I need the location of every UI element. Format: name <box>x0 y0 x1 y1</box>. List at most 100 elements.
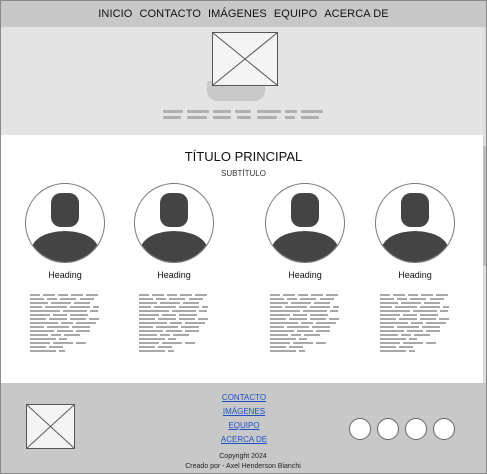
text-line-placeholder <box>179 306 199 308</box>
text-line-placeholder <box>409 338 417 340</box>
text-line-placeholder <box>139 326 153 328</box>
text-line-placeholder <box>380 298 394 300</box>
text-line-placeholder <box>179 314 197 316</box>
text-line-placeholder <box>401 302 421 304</box>
text-line-placeholder <box>270 306 282 308</box>
text-line-placeholder <box>314 302 330 304</box>
text-line-placeholder <box>30 318 46 320</box>
text-line-placeholder <box>421 294 433 296</box>
text-line-placeholder <box>270 334 288 336</box>
text-line-placeholder <box>49 346 63 348</box>
text-line-placeholder <box>30 302 48 304</box>
text-line-placeholder <box>287 326 309 328</box>
text-line-placeholder <box>303 310 327 312</box>
text-line-placeholder <box>380 294 390 296</box>
text-line-placeholder <box>380 346 396 348</box>
text-line-placeholder <box>139 330 163 332</box>
text-line-placeholder <box>30 342 50 344</box>
text-line-placeholder <box>51 302 71 304</box>
text-line-placeholder <box>300 298 316 300</box>
text-line-placeholder <box>30 298 44 300</box>
text-line-placeholder <box>158 346 172 348</box>
nav-link-imagenes[interactable]: IMÁGENES <box>208 8 267 20</box>
text-line-placeholder <box>30 346 46 348</box>
text-line-placeholder <box>397 298 407 300</box>
text-line-placeholder <box>30 294 40 296</box>
text-line-placeholder <box>139 314 159 316</box>
text-line-placeholder <box>63 310 87 312</box>
text-line-placeholder <box>64 334 80 336</box>
text-line-placeholder <box>86 294 98 296</box>
social-circle-icon[interactable] <box>405 418 427 440</box>
page-title: TÍTULO PRINCIPAL <box>184 149 303 164</box>
text-line-placeholder <box>90 310 98 312</box>
text-line-placeholder <box>380 334 398 336</box>
text-line-placeholder <box>93 306 99 308</box>
nav-link-contacto[interactable]: CONTACTO <box>139 8 201 20</box>
text-line-placeholder <box>168 338 176 340</box>
text-line-placeholder <box>139 310 169 312</box>
social-circle-icon[interactable] <box>349 418 371 440</box>
text-line-placeholder <box>270 298 284 300</box>
text-line-placeholder <box>30 310 60 312</box>
copyright-text: Copyright 2024 <box>219 453 267 460</box>
social-circle-icon[interactable] <box>377 418 399 440</box>
top-nav: INICIO CONTACTO IMÁGENES EQUIPO ACERCA D… <box>1 1 486 27</box>
text-line-placeholder <box>399 318 417 320</box>
text-line-placeholder <box>426 330 440 332</box>
text-line-placeholder <box>70 306 90 308</box>
text-line-placeholder <box>380 318 396 320</box>
text-line-placeholder <box>168 350 174 352</box>
text-line-placeholder <box>320 298 334 300</box>
nav-link-acerca-de[interactable]: ACERCA DE <box>324 8 388 20</box>
social-circle-icon[interactable] <box>433 418 455 440</box>
text-line-placeholder <box>156 298 166 300</box>
text-line-placeholder <box>409 350 415 352</box>
footer-link-imagenes[interactable]: IMÁGENES <box>201 405 287 419</box>
footer-link-equipo[interactable]: EQUIPO <box>201 419 287 433</box>
text-line-placeholder <box>380 302 398 304</box>
text-line-placeholder <box>430 298 444 300</box>
text-line-placeholder <box>301 322 313 324</box>
text-line-placeholder <box>422 326 440 328</box>
footer-link-acerca-de[interactable]: ACERCA DE <box>201 433 287 447</box>
text-line-placeholder <box>139 350 165 352</box>
card-text-placeholder <box>270 294 340 356</box>
text-line-placeholder <box>30 330 54 332</box>
text-line-placeholder <box>30 306 42 308</box>
scrollbar-thumb[interactable] <box>483 146 486 266</box>
card-heading: Heading <box>48 270 82 280</box>
text-line-placeholder <box>195 294 207 296</box>
text-line-placeholder <box>139 298 153 300</box>
text-line-placeholder <box>310 306 330 308</box>
text-line-placeholder <box>316 322 336 324</box>
text-line-placeholder <box>270 350 296 352</box>
author-credit: Creado por - Axel Henderson Bianchi <box>185 463 301 470</box>
card-heading: Heading <box>288 270 322 280</box>
text-line-placeholder <box>299 338 307 340</box>
text-line-placeholder <box>380 306 392 308</box>
text-line-placeholder <box>293 342 313 344</box>
text-line-placeholder <box>139 342 159 344</box>
text-line-placeholder <box>393 294 405 296</box>
text-line-placeholder <box>89 318 99 320</box>
footer-link-contacto[interactable]: CONTACTO <box>201 391 287 405</box>
image-placeholder-icon <box>26 404 75 449</box>
page-subtitle: SUBTÍTULO <box>221 169 266 178</box>
text-line-placeholder <box>30 326 44 328</box>
hero-banner <box>1 27 486 135</box>
text-line-placeholder <box>173 334 189 336</box>
nav-link-inicio[interactable]: INICIO <box>98 8 132 20</box>
text-line-placeholder <box>311 294 323 296</box>
text-line-placeholder <box>49 318 67 320</box>
user-avatar-icon <box>375 183 455 263</box>
card-text-placeholder <box>30 294 100 356</box>
text-line-placeholder <box>185 342 195 344</box>
text-line-placeholder <box>76 322 96 324</box>
nav-link-equipo[interactable]: EQUIPO <box>274 8 317 20</box>
text-line-placeholder <box>436 294 448 296</box>
text-line-placeholder <box>166 330 182 332</box>
text-line-placeholder <box>139 334 157 336</box>
text-line-placeholder <box>139 322 167 324</box>
text-line-placeholder <box>380 338 406 340</box>
